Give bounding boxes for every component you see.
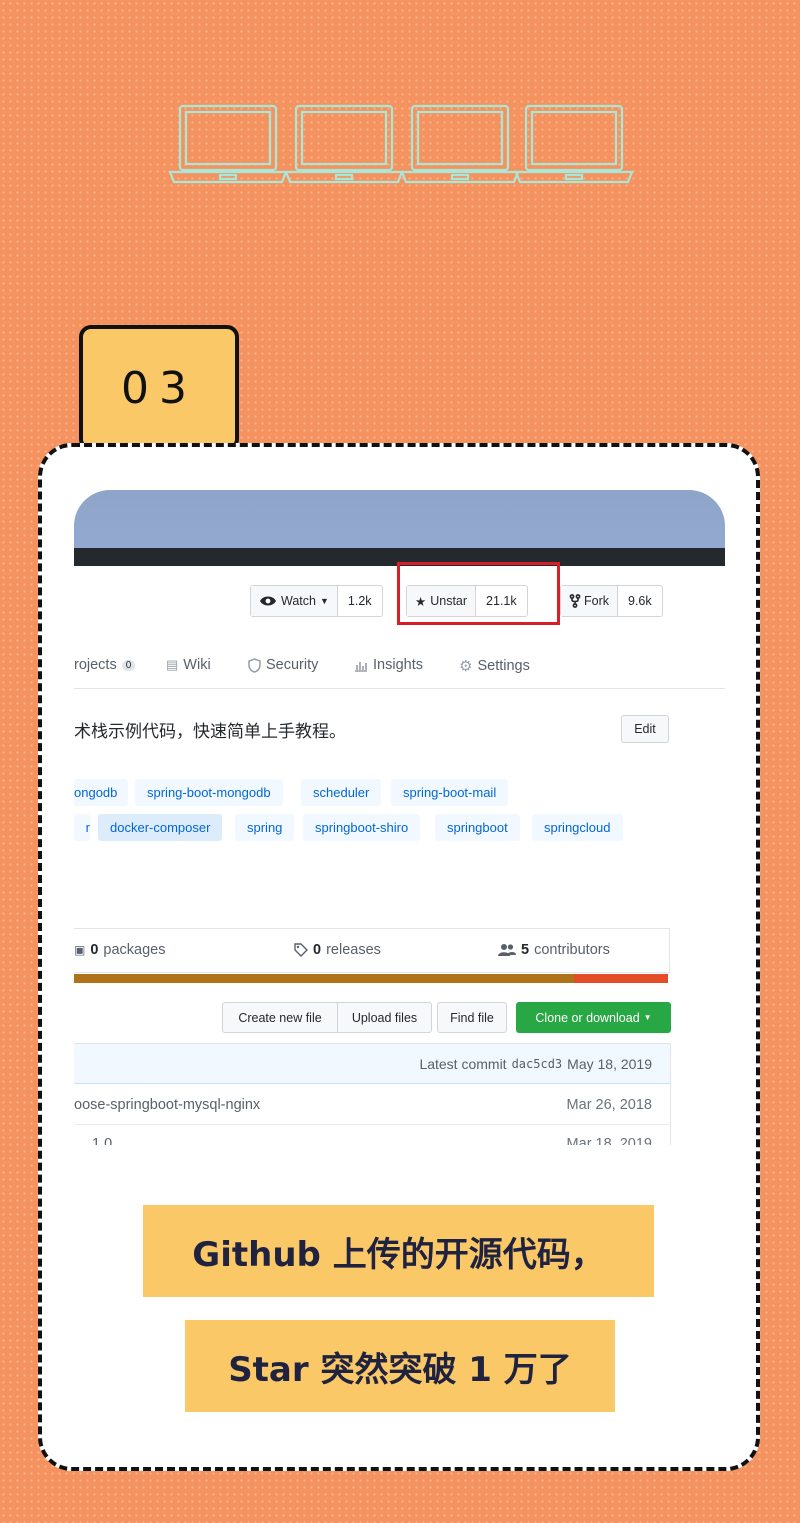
topic-tag[interactable]: scheduler (301, 779, 382, 806)
caption-line-1: Github 上传的开源代码， (143, 1205, 654, 1297)
topic-tag[interactable]: spring-boot-mongodb (135, 779, 283, 806)
file-name-link[interactable]: oose-springboot-mysql-nginx (74, 1097, 260, 1113)
gear-icon: ⚙ (459, 658, 473, 675)
upload-files-button[interactable]: Upload files (337, 1002, 432, 1033)
watch-label: Watch (281, 594, 316, 608)
topic-tag[interactable]: spring (235, 814, 295, 841)
file-table: Latest commit dac5cd3 May 18, 2019 oose-… (74, 1043, 671, 1145)
table-row[interactable]: 1.0 Mar 18, 2019 (74, 1126, 670, 1145)
file-name-link[interactable]: 1.0 (74, 1136, 112, 1145)
clone-label: Clone or download (535, 1010, 640, 1025)
section-number-badge: 03 (79, 325, 239, 451)
tab-projects-count: 0 (121, 659, 136, 671)
fork-label: Fork (584, 594, 609, 608)
language-segment-html (574, 974, 668, 983)
fork-count[interactable]: 9.6k (618, 586, 662, 616)
topic-tag[interactable]: springboot (435, 814, 520, 841)
topic-tag[interactable]: spring-boot-mail (391, 779, 509, 806)
people-icon (498, 944, 516, 956)
tab-wiki[interactable]: ▤ Wiki (166, 657, 211, 673)
tag-icon (294, 943, 308, 957)
latest-commit-label: Latest commit (419, 1055, 507, 1072)
repo-description: 术栈示例代码，快速简单上手教程。 (74, 722, 346, 741)
tab-insights-label: Insights (373, 657, 423, 673)
tab-settings-label: Settings (477, 658, 530, 674)
topic-tag[interactable]: ongodb (74, 779, 128, 806)
tab-security-label: Security (266, 657, 319, 673)
tab-insights[interactable]: Insights (354, 657, 423, 673)
chevron-down-icon: ▼ (319, 596, 329, 606)
topic-tag[interactable]: springboot-shiro (303, 814, 421, 841)
create-new-file-button[interactable]: Create new file (222, 1002, 338, 1033)
topic-tag[interactable]: springcloud (532, 814, 623, 841)
file-age: Mar 26, 2018 (566, 1096, 652, 1113)
graph-icon (355, 661, 367, 672)
star-highlight-box (397, 562, 560, 625)
topic-tag[interactable]: r (74, 814, 90, 841)
table-row[interactable]: oose-springboot-mysql-nginx Mar 26, 2018 (74, 1085, 670, 1125)
tabs-divider (74, 688, 725, 689)
fork-icon (569, 594, 581, 608)
fork-button[interactable]: Fork (561, 586, 618, 616)
packages-stat[interactable]: ▣ 0 packages (74, 942, 166, 958)
contributors-count: 5 (521, 942, 530, 958)
github-screenshot: Watch ▼ 1.2k ★ Unstar 21.1k Fork 9.6k ro… (74, 490, 725, 1145)
wiki-icon: ▤ (166, 657, 179, 672)
language-segment-java (74, 974, 574, 983)
contributors-label: contributors (534, 942, 610, 958)
tab-projects-label: rojects (74, 657, 117, 673)
repo-stats-bar: ▣ 0 packages 0 releases 5 contributors (74, 928, 670, 973)
header-banner (74, 490, 725, 548)
packages-count: 0 (90, 942, 99, 958)
laptop-icon (400, 104, 520, 184)
fork-button-group[interactable]: Fork 9.6k (560, 585, 663, 617)
topic-tag[interactable]: docker-composer (98, 814, 223, 841)
chevron-down-icon: ▼ (643, 1013, 652, 1022)
file-age: Mar 18, 2019 (566, 1136, 652, 1145)
watch-button[interactable]: Watch ▼ (251, 586, 338, 616)
clone-or-download-button[interactable]: Clone or download ▼ (516, 1002, 671, 1033)
eye-icon (260, 596, 276, 606)
latest-commit-bar: Latest commit dac5cd3 May 18, 2019 (74, 1044, 670, 1084)
watch-button-group[interactable]: Watch ▼ 1.2k (250, 585, 383, 617)
tab-projects[interactable]: rojects 0 (74, 657, 136, 673)
edit-button[interactable]: Edit (621, 715, 669, 743)
releases-label: releases (326, 942, 381, 958)
releases-count: 0 (313, 942, 322, 958)
commit-sha-link[interactable]: dac5cd3 (512, 1057, 563, 1071)
commit-date: May 18, 2019 (567, 1055, 652, 1072)
tab-settings[interactable]: ⚙ Settings (459, 657, 530, 675)
language-bar[interactable] (74, 974, 668, 983)
package-icon: ▣ (74, 943, 86, 957)
shield-icon (248, 657, 261, 673)
contributors-stat[interactable]: 5 contributors (498, 942, 610, 958)
tab-security[interactable]: Security (248, 657, 318, 673)
laptops-illustration (168, 104, 634, 184)
packages-label: packages (103, 942, 166, 958)
watch-count[interactable]: 1.2k (338, 586, 382, 616)
laptop-icon (514, 104, 634, 184)
laptop-icon (168, 104, 288, 184)
releases-stat[interactable]: 0 releases (294, 942, 381, 958)
laptop-icon (284, 104, 404, 184)
caption-line-2: Star 突然突破 1 万了 (185, 1320, 615, 1412)
find-file-button[interactable]: Find file (437, 1002, 507, 1033)
tab-wiki-label: Wiki (183, 657, 211, 673)
